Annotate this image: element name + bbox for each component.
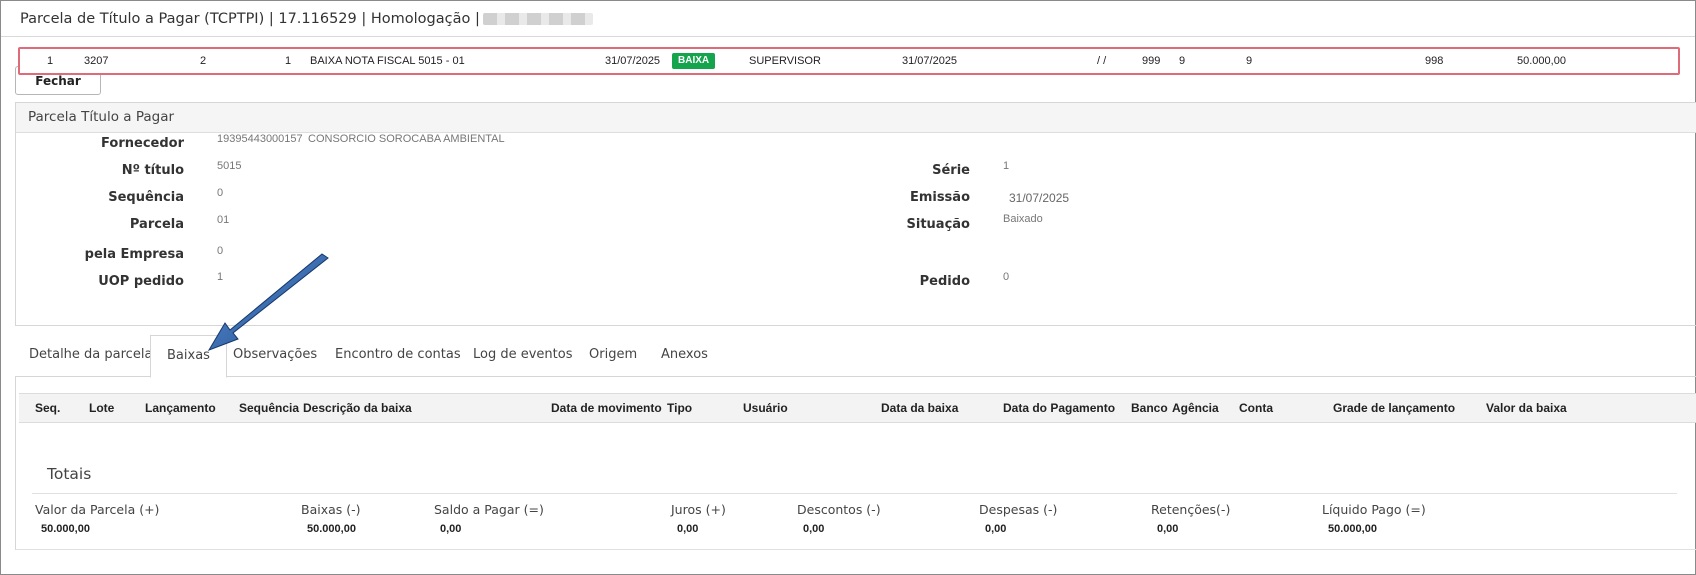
- redacted-environment-name: [483, 13, 593, 25]
- cell-sequencia: 1: [285, 55, 292, 67]
- column-header[interactable]: Lançamento: [145, 394, 216, 422]
- column-header[interactable]: Tipo: [667, 394, 692, 422]
- total-value: 50.000,00: [41, 523, 90, 535]
- total-value: 0,00: [1157, 523, 1179, 535]
- cell-lancamento: 2: [200, 55, 207, 67]
- column-header[interactable]: Data da baixa: [881, 394, 958, 422]
- tipo-badge: BAIXA: [672, 53, 716, 69]
- window-title: Parcela de Título a Pagar (TCPTPI) | 17.…: [20, 11, 480, 27]
- column-header[interactable]: Usuário: [743, 394, 788, 422]
- cell-usuario: SUPERVISOR: [749, 55, 821, 67]
- total-label: Descontos (-): [797, 502, 881, 517]
- situacao-value: Baixado: [1003, 213, 1043, 225]
- grid-header: Seq. Lote Lançamento Sequência Descrição…: [19, 393, 1696, 423]
- tab-encontro-contas[interactable]: Encontro de contas: [335, 335, 461, 377]
- tab-origem[interactable]: Origem: [589, 335, 637, 377]
- serie-label: Série: [932, 163, 970, 178]
- total-value: 0,00: [440, 523, 462, 535]
- tab-detalhe-parcela[interactable]: Detalhe da parcela: [29, 335, 152, 377]
- cell-lote: 3207: [84, 55, 109, 67]
- column-header[interactable]: Agência: [1172, 394, 1219, 422]
- total-label: Baixas (-): [301, 502, 361, 517]
- tab-anexos[interactable]: Anexos: [661, 335, 708, 377]
- total-label: Despesas (-): [979, 502, 1058, 517]
- tab-bar: Detalhe da parcela Baixas Observações En…: [15, 335, 1696, 378]
- cell-data-baixa: 31/07/2025: [902, 55, 958, 67]
- column-header[interactable]: Data do Pagamento: [1003, 394, 1115, 422]
- column-header[interactable]: Lote: [89, 394, 114, 422]
- fornecedor-name: CONSORCIO SOROCABA AMBIENTAL: [308, 133, 505, 145]
- total-label: Líquido Pago (=): [1322, 502, 1426, 517]
- uop-pedido-value: 1: [217, 271, 224, 283]
- cell-conta: 9: [1246, 55, 1253, 67]
- serie-value: 1: [1003, 160, 1010, 172]
- parcela-value: 01: [217, 214, 230, 226]
- fornecedor-label: Fornecedor: [101, 136, 184, 151]
- total-label: Juros (+): [671, 502, 726, 517]
- column-header[interactable]: Banco: [1131, 394, 1168, 422]
- pela-empresa-value: 0: [217, 245, 224, 257]
- column-header[interactable]: Conta: [1239, 394, 1273, 422]
- total-label: Valor da Parcela (+): [35, 502, 160, 517]
- cell-valor: 50.000,00: [1517, 55, 1566, 67]
- total-value: 0,00: [677, 523, 699, 535]
- column-header[interactable]: Sequência: [239, 394, 299, 422]
- column-header[interactable]: Descrição da baixa: [303, 394, 412, 422]
- totais-title: Totais: [47, 465, 92, 483]
- baixas-grid: Seq. Lote Lançamento Sequência Descrição…: [15, 377, 1696, 550]
- totais-divider: [32, 493, 1677, 494]
- pela-empresa-label: pela Empresa: [84, 247, 184, 262]
- pedido-label: Pedido: [919, 274, 970, 289]
- situacao-label: Situação: [906, 217, 970, 232]
- cell-banco: 999: [1142, 55, 1161, 67]
- cell-seq: 1: [47, 55, 54, 67]
- column-header[interactable]: Grade de lançamento: [1333, 394, 1455, 422]
- fornecedor-code: 19395443000157: [217, 133, 303, 145]
- total-value: 0,00: [803, 523, 825, 535]
- numero-titulo-label: Nº título: [121, 163, 184, 178]
- cell-data-movimento: 31/07/2025: [605, 55, 661, 67]
- emissao-label: Emissão: [909, 190, 970, 205]
- sequencia-label: Sequência: [108, 190, 184, 205]
- title-bar: Parcela de Título a Pagar (TCPTPI) | 17.…: [1, 1, 1695, 37]
- table-row[interactable]: 1 3207 2 1 BAIXA NOTA FISCAL 5015 - 01 3…: [18, 47, 1680, 75]
- emissao-value: 31/07/2025: [1009, 191, 1070, 205]
- total-value: 50.000,00: [1328, 523, 1377, 535]
- cell-grade: 998: [1425, 55, 1444, 67]
- panel-header: Parcela Título a Pagar: [16, 103, 1696, 133]
- cell-agencia: 9: [1179, 55, 1186, 67]
- cell-descricao: BAIXA NOTA FISCAL 5015 - 01: [310, 55, 465, 67]
- total-label: Saldo a Pagar (=): [434, 502, 544, 517]
- sequencia-value: 0: [217, 187, 224, 199]
- total-value: 0,00: [985, 523, 1007, 535]
- pedido-value: 0: [1003, 271, 1010, 283]
- tab-log-eventos[interactable]: Log de eventos: [473, 335, 573, 377]
- numero-titulo-value: 5015: [217, 160, 242, 172]
- total-value: 50.000,00: [307, 523, 356, 535]
- total-label: Retenções(-): [1151, 502, 1231, 517]
- cell-data-pagamento: / /: [1097, 55, 1107, 67]
- column-header[interactable]: Data de movimento: [551, 394, 662, 422]
- uop-pedido-label: UOP pedido: [98, 274, 184, 289]
- column-header[interactable]: Seq.: [35, 394, 60, 422]
- tab-observacoes[interactable]: Observações: [233, 335, 317, 377]
- column-header[interactable]: Valor da baixa: [1486, 394, 1567, 422]
- parcela-label: Parcela: [129, 217, 184, 232]
- tab-baixas[interactable]: Baixas: [150, 335, 227, 378]
